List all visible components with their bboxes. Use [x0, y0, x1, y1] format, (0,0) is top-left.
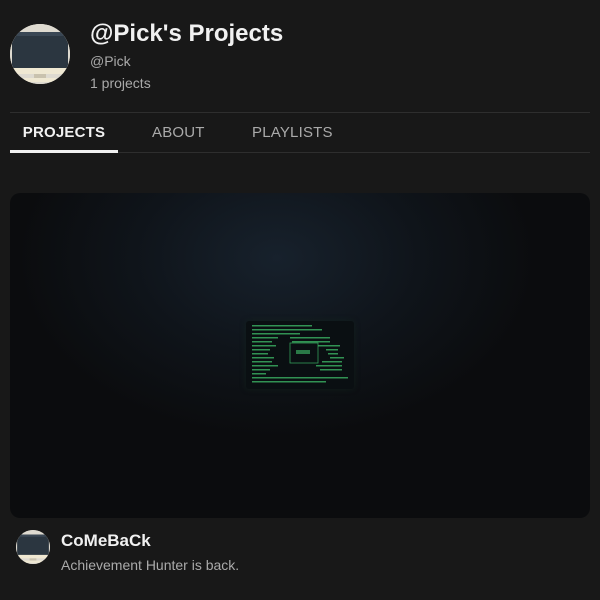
computer-monitor-icon [10, 24, 70, 84]
channel-header: @Pick's Projects @Pick 1 projects [10, 20, 590, 92]
project-description: Achievement Hunter is back. [61, 557, 240, 573]
project-avatar[interactable] [16, 530, 50, 564]
terminal-screen-icon [246, 321, 354, 389]
channel-avatar[interactable] [10, 24, 70, 84]
project-count: 1 projects [90, 75, 151, 91]
project-title[interactable]: CoMeBaCk [61, 531, 151, 551]
project-meta: CoMeBaCk Achievement Hunter is back. [16, 530, 590, 580]
project-thumbnail[interactable] [10, 193, 590, 518]
tab-about[interactable]: ABOUT [152, 113, 205, 153]
tab-playlists[interactable]: PLAYLISTS [252, 113, 333, 153]
channel-tabs: PROJECTS ABOUT PLAYLISTS [10, 112, 590, 153]
channel-page: @Pick's Projects @Pick 1 projects PROJEC… [0, 0, 600, 600]
channel-title: @Pick's Projects [90, 20, 284, 47]
channel-handle: @Pick [90, 53, 131, 69]
tab-projects[interactable]: PROJECTS [10, 113, 118, 153]
active-tab-indicator [10, 150, 118, 153]
computer-monitor-icon [16, 530, 50, 564]
